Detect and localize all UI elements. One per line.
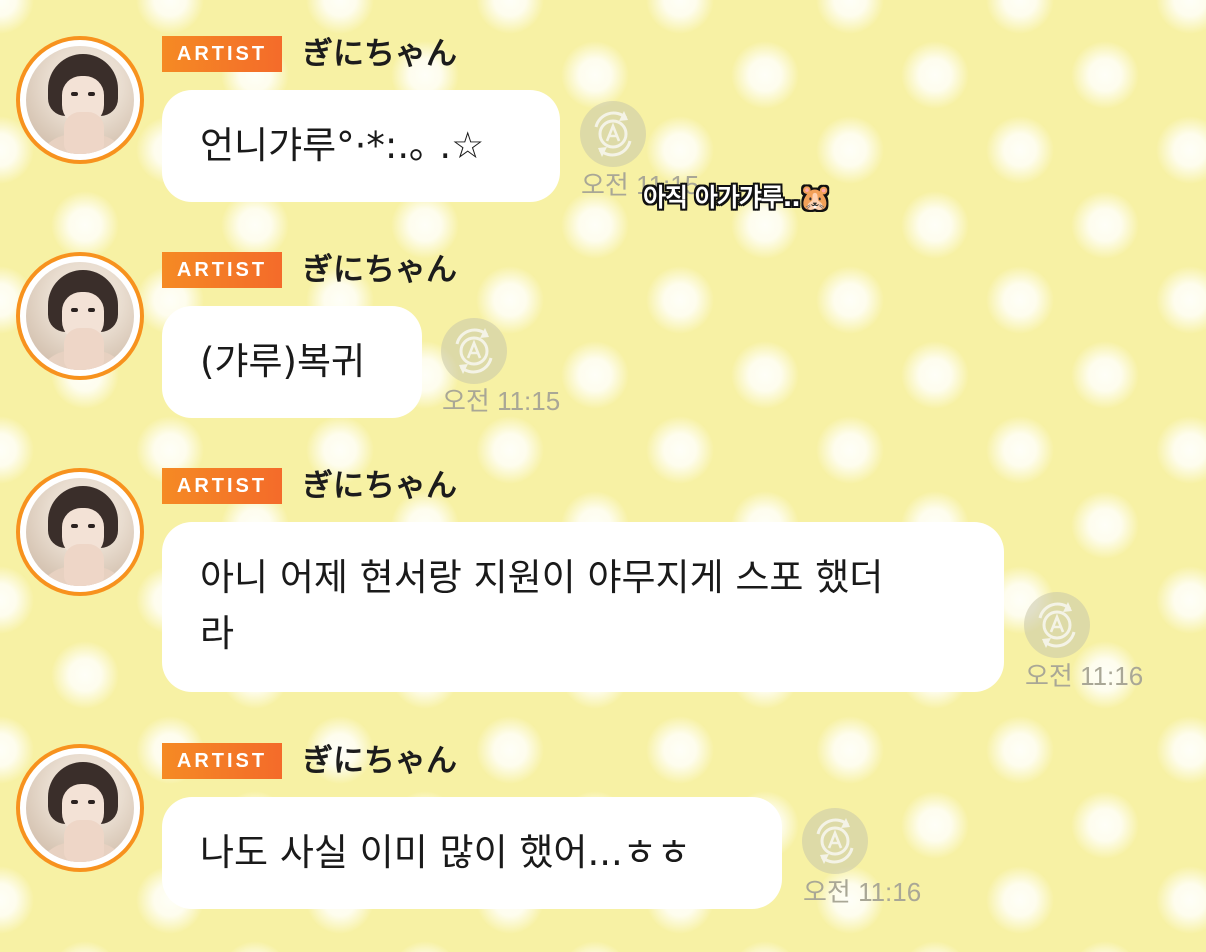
avatar[interactable] bbox=[16, 36, 144, 164]
translate-button[interactable] bbox=[441, 318, 507, 384]
message-text: 언니갸루°·*:.｡ .☆ bbox=[200, 124, 485, 167]
chat-view: ARTIST ぎにちゃん 언니갸루°·*:.｡ .☆ 오전 11:15 ARTI… bbox=[0, 0, 1206, 952]
timestamp: 오전 11:15 bbox=[442, 386, 561, 416]
artist-badge: ARTIST bbox=[162, 252, 282, 288]
message-text: 나도 사실 이미 많이 했어...ㅎㅎ bbox=[200, 831, 691, 874]
timestamp: 오전 11:16 bbox=[1025, 661, 1144, 691]
translate-button[interactable] bbox=[580, 101, 646, 167]
message-bubble[interactable]: 아니 어제 현서랑 지원이 야무지게 스포 했더 라 bbox=[162, 522, 1004, 692]
sender-name: ぎにちゃん bbox=[302, 468, 457, 504]
message-text: 아니 어제 현서랑 지원이 야무지게 스포 했더 bbox=[200, 556, 884, 599]
profile-photo bbox=[26, 754, 134, 862]
sender-name: ぎにちゃん bbox=[302, 252, 457, 288]
avatar[interactable] bbox=[16, 252, 144, 380]
translate-a-icon bbox=[455, 328, 493, 374]
profile-photo bbox=[26, 262, 134, 370]
profile-photo bbox=[26, 46, 134, 154]
message-bubble[interactable]: (갸루)복귀 bbox=[162, 306, 422, 418]
message-bubble[interactable]: 나도 사실 이미 많이 했어...ㅎㅎ bbox=[162, 797, 782, 909]
message-text: (갸루)복귀 bbox=[200, 340, 366, 383]
sender-name: ぎにちゃん bbox=[302, 36, 457, 72]
translate-button[interactable] bbox=[802, 808, 868, 874]
avatar[interactable] bbox=[16, 468, 144, 596]
artist-badge: ARTIST bbox=[162, 468, 282, 504]
message-text: 라 bbox=[200, 612, 235, 655]
artist-badge: ARTIST bbox=[162, 36, 282, 72]
translate-a-icon bbox=[594, 111, 632, 157]
timestamp: 오전 11:16 bbox=[803, 877, 922, 907]
translate-a-icon bbox=[1038, 602, 1076, 648]
translate-a-icon bbox=[816, 818, 854, 864]
avatar[interactable] bbox=[16, 744, 144, 872]
message-bubble[interactable]: 언니갸루°·*:.｡ .☆ bbox=[162, 90, 560, 202]
artist-badge: ARTIST bbox=[162, 743, 282, 779]
overlay-caption: 아직 아가갸루..🐹 bbox=[643, 183, 831, 212]
profile-photo bbox=[26, 478, 134, 586]
sender-name: ぎにちゃん bbox=[302, 743, 457, 779]
translate-button[interactable] bbox=[1024, 592, 1090, 658]
